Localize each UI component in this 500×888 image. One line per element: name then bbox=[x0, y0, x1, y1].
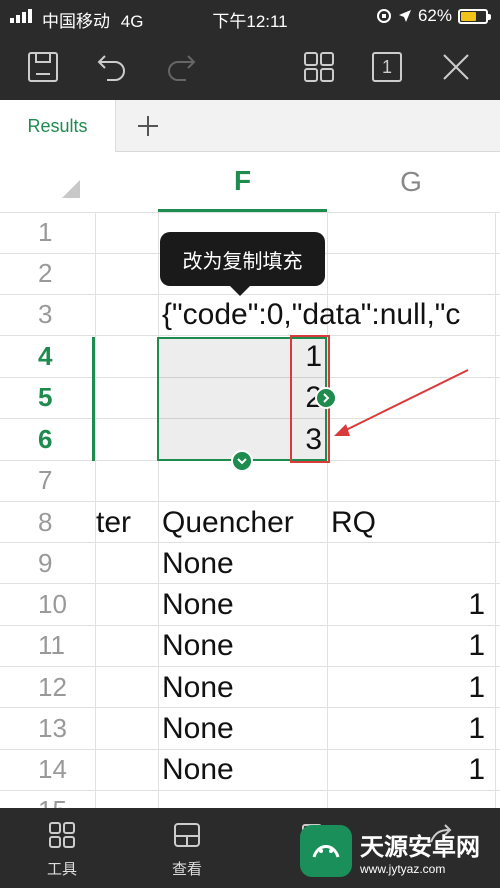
row-selection-indicator bbox=[92, 337, 95, 461]
view-button[interactable]: 查看 bbox=[147, 818, 227, 882]
cell-f13[interactable]: None bbox=[162, 708, 234, 749]
sheet-count: 1 bbox=[372, 52, 402, 82]
cell-e8[interactable]: ter bbox=[96, 502, 131, 543]
cell-g8[interactable]: RQ bbox=[331, 502, 376, 543]
status-bar: 中国移动 4G 下午12:11 62% bbox=[0, 0, 500, 34]
redo-icon[interactable] bbox=[162, 48, 200, 86]
row-header-11[interactable]: 11 bbox=[0, 625, 95, 666]
tools-label: 工具 bbox=[46, 860, 77, 878]
sheet-tab-bar: Results bbox=[0, 100, 500, 152]
view-label: 查看 bbox=[171, 860, 202, 878]
toolbar: 1 bbox=[0, 34, 500, 100]
cell-g11[interactable]: 1 bbox=[327, 625, 495, 666]
column-header-f[interactable]: F bbox=[158, 152, 327, 212]
cell-f10[interactable]: None bbox=[162, 584, 234, 625]
select-all-corner[interactable] bbox=[62, 180, 80, 198]
watermark-logo-icon bbox=[300, 825, 352, 877]
save-icon[interactable] bbox=[24, 48, 62, 86]
column-header: F G bbox=[0, 152, 500, 212]
row-header-4[interactable]: 4 bbox=[0, 336, 95, 377]
undo-icon[interactable] bbox=[93, 48, 131, 86]
chevron-down-icon bbox=[237, 458, 247, 465]
location-icon bbox=[398, 10, 411, 22]
tools-icon bbox=[45, 818, 79, 852]
cell-f12[interactable]: None bbox=[162, 667, 234, 708]
add-sheet-button[interactable] bbox=[132, 110, 164, 142]
view-icon bbox=[170, 818, 204, 852]
fill-mode-tooltip[interactable]: 改为复制填充 bbox=[160, 232, 325, 296]
fill-handle-bottom[interactable] bbox=[231, 450, 253, 472]
row-header-6[interactable]: 6 bbox=[0, 419, 95, 460]
row-header-13[interactable]: 13 bbox=[0, 708, 95, 749]
cell-g14[interactable]: 1 bbox=[327, 749, 495, 790]
column-header-g[interactable]: G bbox=[327, 152, 495, 212]
cell-f14[interactable]: None bbox=[162, 749, 234, 790]
battery-icon bbox=[458, 8, 491, 24]
chevron-right-icon bbox=[323, 393, 330, 403]
tools-button[interactable]: 工具 bbox=[22, 818, 102, 882]
row-header-9[interactable]: 9 bbox=[0, 543, 95, 584]
row-header-8[interactable]: 8 bbox=[0, 502, 95, 543]
row-header-15[interactable]: 15 bbox=[0, 790, 95, 808]
watermark: 天源安卓网 www.jytyaz.com bbox=[300, 818, 500, 884]
watermark-url: www.jytyaz.com bbox=[360, 861, 446, 876]
cell-g12[interactable]: 1 bbox=[327, 667, 495, 708]
fill-handle-right[interactable] bbox=[315, 387, 337, 409]
row-header-2[interactable]: 2 bbox=[0, 253, 95, 294]
row-header-5[interactable]: 5 bbox=[0, 377, 95, 418]
tab-results[interactable]: Results bbox=[0, 100, 116, 152]
watermark-name: 天源安卓网 bbox=[360, 832, 480, 861]
cell-filled-1[interactable]: 1 bbox=[290, 336, 330, 377]
cell-f11[interactable]: None bbox=[162, 625, 234, 666]
cell-filled-3[interactable]: 3 bbox=[290, 419, 330, 460]
cell-f3[interactable]: {"code":0,"data":null,"c bbox=[162, 294, 460, 335]
cell-g13[interactable]: 1 bbox=[327, 708, 495, 749]
cell-f8[interactable]: Quencher bbox=[162, 502, 294, 543]
grid-view-icon[interactable] bbox=[300, 48, 338, 86]
battery-percent: 62% bbox=[417, 6, 452, 25]
row-header-14[interactable]: 14 bbox=[0, 749, 95, 790]
lock-rotation-icon bbox=[376, 9, 391, 23]
plus-icon bbox=[138, 116, 158, 136]
cell-g10[interactable]: 1 bbox=[327, 584, 495, 625]
row-header-1[interactable]: 1 bbox=[0, 212, 95, 253]
row-header-10[interactable]: 10 bbox=[0, 584, 95, 625]
row-header-7[interactable]: 7 bbox=[0, 460, 95, 501]
cell-f9[interactable]: None bbox=[162, 543, 234, 584]
row-header-3[interactable]: 3 bbox=[0, 294, 95, 335]
spreadsheet-grid[interactable]: F G 1 2 3 4 5 6 7 8 9 10 11 12 13 14 15 … bbox=[0, 152, 500, 808]
close-icon[interactable] bbox=[437, 48, 475, 86]
row-header-12[interactable]: 12 bbox=[0, 667, 95, 708]
sheet-count-icon[interactable]: 1 bbox=[368, 48, 406, 86]
